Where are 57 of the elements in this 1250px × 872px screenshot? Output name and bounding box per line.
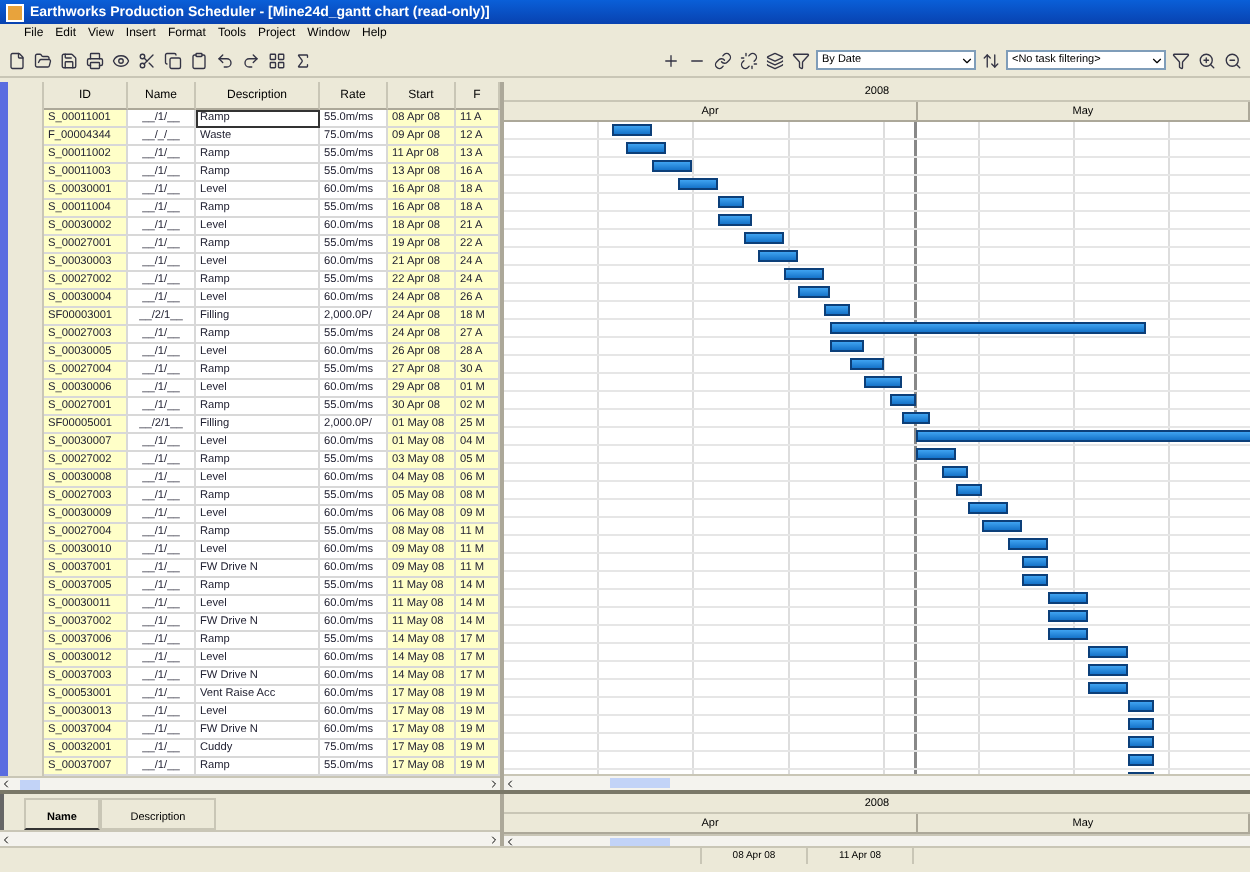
plus-icon[interactable] (660, 49, 682, 71)
link-icon[interactable] (712, 49, 734, 71)
task-bar[interactable] (718, 196, 745, 208)
task-bar[interactable] (1087, 682, 1128, 694)
copy-icon[interactable] (162, 49, 184, 71)
layers-icon[interactable] (764, 49, 786, 71)
task-bar[interactable] (863, 376, 903, 388)
scrollbar-thumb[interactable] (610, 778, 670, 789)
undo-icon[interactable] (214, 49, 236, 71)
horizontal-scrollbar[interactable] (504, 834, 1250, 846)
scroll-left-icon[interactable] (0, 778, 12, 790)
task-bar[interactable] (797, 286, 831, 298)
paste-icon[interactable] (188, 49, 210, 71)
horizontal-scrollbar[interactable] (504, 774, 1250, 790)
zoom-in-icon[interactable] (1196, 49, 1218, 71)
printer-icon[interactable] (84, 49, 106, 71)
task-bar[interactable] (1127, 718, 1154, 730)
task-bar[interactable] (625, 142, 666, 154)
task-bar[interactable] (1127, 736, 1154, 748)
folder-icon[interactable] (32, 49, 54, 71)
row-header[interactable] (0, 758, 44, 776)
task-bar[interactable] (1021, 574, 1048, 586)
task-bar[interactable] (757, 250, 798, 262)
sort-icon[interactable] (980, 49, 1002, 71)
new-file-icon[interactable] (6, 49, 28, 71)
task-bar[interactable] (823, 304, 850, 316)
filter-icon[interactable] (1170, 49, 1192, 71)
task-bar[interactable] (1127, 754, 1154, 766)
horizontal-scrollbar[interactable] (0, 776, 500, 790)
task-bar[interactable] (1087, 664, 1128, 676)
save-icon[interactable] (58, 49, 80, 71)
task-bar[interactable] (1087, 646, 1128, 658)
task-bar[interactable] (968, 502, 1009, 514)
scrollbar-thumb[interactable] (610, 837, 670, 846)
zoom-out-icon[interactable] (1222, 49, 1244, 71)
task-bar[interactable] (1127, 700, 1154, 712)
scroll-left-icon[interactable] (504, 777, 516, 790)
dropdown-caret-icon (1150, 53, 1164, 67)
sigma-icon[interactable] (292, 49, 314, 71)
app-icon (6, 3, 24, 21)
scroll-left-icon[interactable] (504, 836, 516, 846)
task-bar[interactable] (942, 466, 969, 478)
dropdown-caret-icon (960, 53, 974, 67)
scrollbar-thumb[interactable] (20, 779, 40, 789)
horizontal-scrollbar[interactable] (0, 830, 500, 846)
task-bar[interactable] (1021, 556, 1048, 568)
scroll-right-icon[interactable] (488, 778, 500, 790)
task-bar[interactable] (889, 394, 916, 406)
filter-icon[interactable] (790, 49, 812, 71)
unlink-icon[interactable] (738, 49, 760, 71)
preview-icon[interactable] (110, 49, 132, 71)
grid-icon[interactable] (266, 49, 288, 71)
task-bar[interactable] (955, 484, 982, 496)
scroll-right-icon[interactable] (488, 833, 500, 846)
cut-icon[interactable] (136, 49, 158, 71)
redo-icon[interactable] (240, 49, 262, 71)
scroll-left-icon[interactable] (0, 833, 12, 846)
